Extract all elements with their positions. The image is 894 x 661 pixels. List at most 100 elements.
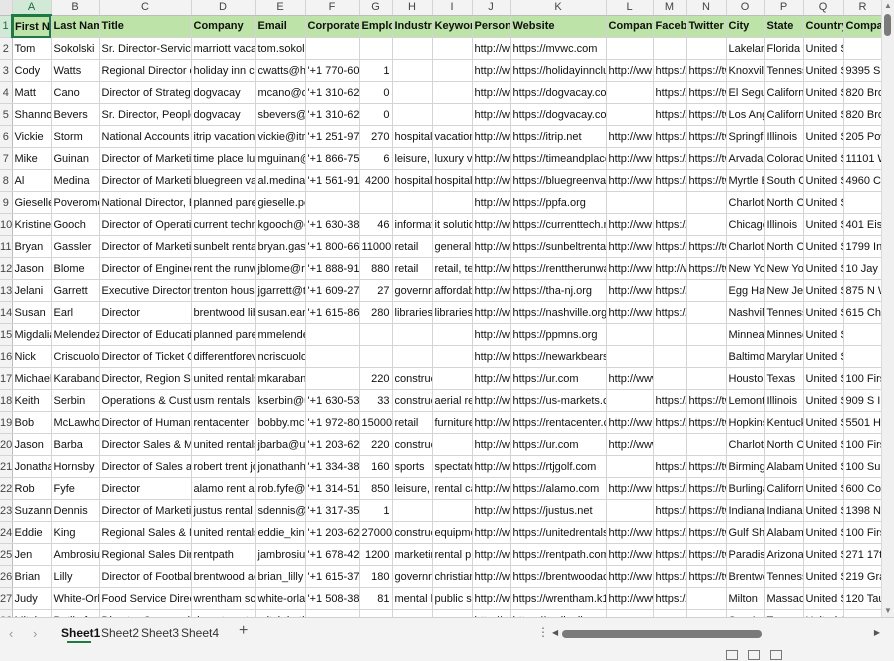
cell[interactable]: https://tha-nj.org <box>510 279 607 302</box>
cell[interactable]: Jason <box>12 257 52 280</box>
cell[interactable]: http://ww <box>472 367 511 390</box>
cell[interactable]: https://tw <box>686 147 727 170</box>
cell[interactable]: Matt <box>12 81 52 104</box>
cell[interactable]: http://ww <box>472 191 511 214</box>
column-header-r[interactable]: R <box>843 0 882 16</box>
cell[interactable]: United Sta <box>803 235 844 258</box>
cell[interactable]: '+1 203-62 <box>305 521 360 544</box>
cell[interactable]: https://ppfa.org <box>510 191 607 214</box>
cell[interactable]: https://rentpath.com <box>510 543 607 566</box>
cell[interactable]: http://ww <box>606 411 654 434</box>
cell[interactable]: San Antoni <box>726 609 765 617</box>
cell[interactable] <box>686 279 727 302</box>
cell[interactable]: Fyfe <box>51 477 100 500</box>
cell[interactable] <box>432 433 473 456</box>
cell[interactable] <box>359 609 393 617</box>
cell[interactable]: https://tw <box>686 235 727 258</box>
cell[interactable]: http://ww <box>472 587 511 610</box>
cell[interactable]: https://mail.mil <box>510 609 607 617</box>
column-title-cell[interactable]: Website <box>510 15 607 38</box>
cell[interactable]: rental car, <box>432 477 473 500</box>
cell[interactable]: '+1 678-42 <box>305 543 360 566</box>
cell[interactable] <box>305 367 360 390</box>
cell[interactable]: https://brentwoodacademy. <box>510 565 607 588</box>
cell[interactable]: United Sta <box>803 587 844 610</box>
cell[interactable]: https://bluegreenvacations.c <box>510 169 607 192</box>
cell[interactable]: Hornsby <box>51 455 100 478</box>
cell[interactable]: Springfield <box>726 125 765 148</box>
cell[interactable]: 6 <box>359 147 393 170</box>
cell[interactable]: United Sta <box>803 543 844 566</box>
cell[interactable]: https://holidayinnclub.com <box>510 59 607 82</box>
row-header-4[interactable]: 4 <box>0 81 13 104</box>
cell[interactable]: Charlotte <box>726 191 765 214</box>
cell[interactable]: Director of Football <box>99 565 192 588</box>
cell[interactable]: '+1 251-97 <box>305 125 360 148</box>
cell[interactable] <box>686 37 727 60</box>
cell[interactable]: https://rentacenter.com <box>510 411 607 434</box>
cell[interactable]: department of def <box>191 609 256 617</box>
cell[interactable]: sdennis@j <box>255 499 306 522</box>
cell[interactable]: Michael <box>12 367 52 390</box>
cell[interactable]: http://ww <box>606 565 654 588</box>
cell[interactable]: https://tw <box>686 499 727 522</box>
cell[interactable]: general to <box>432 235 473 258</box>
cell[interactable] <box>686 433 727 456</box>
cell[interactable]: white-orla <box>255 587 306 610</box>
cell[interactable]: 820 Broad <box>843 103 882 126</box>
cell[interactable]: South Card <box>764 169 804 192</box>
cell[interactable]: affordable <box>432 279 473 302</box>
cell[interactable] <box>653 37 687 60</box>
cell[interactable]: justus rental prope <box>191 499 256 522</box>
cell[interactable] <box>359 323 393 346</box>
cell[interactable] <box>653 433 687 456</box>
cell[interactable] <box>392 323 433 346</box>
cell[interactable]: 11000 <box>359 235 393 258</box>
cell[interactable]: 9395 S Joh <box>843 59 882 82</box>
cell[interactable]: '+1 317-35 <box>305 499 360 522</box>
cell[interactable]: Nick <box>12 345 52 368</box>
cell[interactable]: Al <box>12 169 52 192</box>
cell[interactable]: Brentwood <box>726 565 765 588</box>
cell[interactable]: Storm <box>51 125 100 148</box>
cell[interactable]: Jonathan <box>12 455 52 478</box>
cell[interactable]: usm rentals <box>191 389 256 412</box>
cell[interactable]: http://ww <box>472 455 511 478</box>
cell[interactable]: 270 <box>359 125 393 148</box>
cell[interactable]: Brian <box>12 565 52 588</box>
cell[interactable]: rental pro <box>432 543 473 566</box>
cell[interactable] <box>686 323 727 346</box>
cell[interactable]: https://tw <box>686 125 727 148</box>
cell[interactable] <box>392 499 433 522</box>
cell[interactable]: United Sta <box>803 367 844 390</box>
cell[interactable]: http://ww <box>472 125 511 148</box>
cell[interactable] <box>686 213 727 236</box>
cell[interactable]: mental he <box>392 587 433 610</box>
cell[interactable]: 15000 <box>359 411 393 434</box>
cell[interactable] <box>686 191 727 214</box>
cell[interactable]: Minnesota <box>764 323 804 346</box>
row-header-18[interactable]: 18 <box>0 389 13 412</box>
cell[interactable]: United Sta <box>803 257 844 280</box>
cell[interactable]: Lemont <box>726 389 765 412</box>
column-title-cell[interactable]: Facebook <box>653 15 687 38</box>
horizontal-scroll-thumb[interactable] <box>562 630 762 638</box>
cell[interactable]: Jason <box>12 433 52 456</box>
cell[interactable]: Serbin <box>51 389 100 412</box>
cell[interactable] <box>653 367 687 390</box>
add-sheet-button[interactable]: + <box>239 622 248 640</box>
column-title-cell[interactable]: Person Lin <box>472 15 511 38</box>
column-title-cell[interactable]: State <box>764 15 804 38</box>
row-header-27[interactable]: 27 <box>0 587 13 610</box>
row-header-24[interactable]: 24 <box>0 521 13 544</box>
row-header-22[interactable]: 22 <box>0 477 13 500</box>
cell[interactable]: United Sta <box>803 301 844 324</box>
cell[interactable]: http://www.linkedin.com/comp <box>606 367 654 390</box>
cell[interactable]: https://alamo.com <box>510 477 607 500</box>
sheet-tab-sheet3[interactable]: Sheet3 <box>141 618 179 648</box>
row-header-3[interactable]: 3 <box>0 59 13 82</box>
cell[interactable] <box>432 81 473 104</box>
cell[interactable]: ncriscuolo@newarkbears.com <box>255 345 306 368</box>
cell[interactable]: King <box>51 521 100 544</box>
cell[interactable]: united rentals inc <box>191 367 256 390</box>
